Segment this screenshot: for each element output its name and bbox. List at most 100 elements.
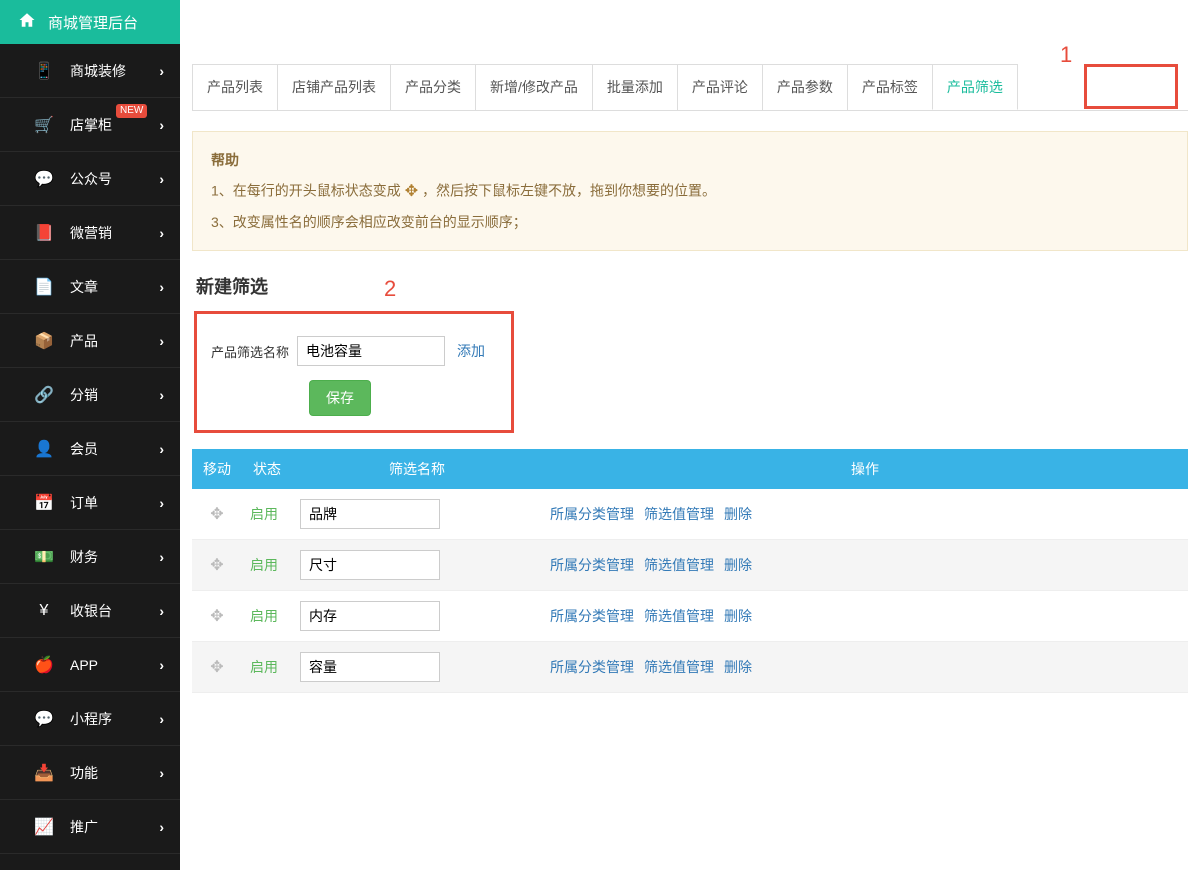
sidebar-icon: 🛒 <box>30 115 58 135</box>
row-name-input[interactable] <box>300 550 440 580</box>
sidebar-icon: 💵 <box>30 547 58 567</box>
op-value-link[interactable]: 筛选值管理 <box>644 659 714 675</box>
sidebar-item-5[interactable]: 📦产品› <box>0 314 180 368</box>
sidebar-icon: 📈 <box>30 817 58 837</box>
chevron-right-icon: › <box>159 819 164 835</box>
chevron-right-icon: › <box>159 657 164 673</box>
col-status: 状态 <box>242 449 292 489</box>
move-handle-icon[interactable]: ✥ <box>200 555 234 575</box>
tab-8[interactable]: 产品筛选 <box>932 64 1018 110</box>
status-label[interactable]: 启用 <box>250 608 278 624</box>
sidebar-item-label: 收银台 <box>70 601 112 621</box>
sidebar-item-0[interactable]: 📱 商城装修 › <box>0 44 180 98</box>
op-category-link[interactable]: 所属分类管理 <box>550 557 634 573</box>
chevron-right-icon: › <box>159 225 164 241</box>
chevron-right-icon: › <box>159 441 164 457</box>
chevron-right-icon: › <box>159 711 164 727</box>
sidebar-icon: 📦 <box>30 331 58 351</box>
chevron-right-icon: › <box>159 63 164 79</box>
op-value-link[interactable]: 筛选值管理 <box>644 506 714 522</box>
chevron-right-icon: › <box>159 603 164 619</box>
sidebar-item-6[interactable]: 🔗分销› <box>0 368 180 422</box>
op-delete-link[interactable]: 删除 <box>724 608 752 624</box>
tab-2[interactable]: 产品分类 <box>390 64 476 110</box>
sidebar-item-14[interactable]: 📈推广› <box>0 800 180 854</box>
status-label[interactable]: 启用 <box>250 557 278 573</box>
op-value-link[interactable]: 筛选值管理 <box>644 608 714 624</box>
help-line-1: 1、在每行的开头鼠标状态变成 ✥ ，然后按下鼠标左键不放，拖到你想要的位置。 <box>211 176 1169 208</box>
chevron-right-icon: › <box>159 549 164 565</box>
sidebar-icon: ¥ <box>30 602 58 620</box>
sidebar-item-9[interactable]: 💵 财务 › <box>0 530 180 584</box>
sidebar-item-label: APP <box>70 657 98 673</box>
sidebar-icon: 📄 <box>30 277 58 297</box>
sidebar-item-12[interactable]: 💬小程序› <box>0 692 180 746</box>
filters-table: 移动 状态 筛选名称 操作 ✥启用所属分类管理筛选值管理删除✥启用所属分类管理筛… <box>192 449 1188 693</box>
new-badge: NEW <box>116 104 147 118</box>
chevron-right-icon: › <box>159 117 164 133</box>
op-delete-link[interactable]: 删除 <box>724 659 752 675</box>
row-name-input[interactable] <box>300 601 440 631</box>
tab-7[interactable]: 产品标签 <box>847 64 933 110</box>
move-handle-icon[interactable]: ✥ <box>200 657 234 677</box>
op-category-link[interactable]: 所属分类管理 <box>550 608 634 624</box>
tab-3[interactable]: 新增/修改产品 <box>475 64 593 110</box>
sidebar-item-label: 财务 <box>70 547 98 567</box>
annotation-2: 2 <box>384 276 396 302</box>
status-label[interactable]: 启用 <box>250 659 278 675</box>
sidebar-item-label: 订单 <box>70 493 98 513</box>
status-label[interactable]: 启用 <box>250 506 278 522</box>
sidebar-item-label: 分销 <box>70 385 98 405</box>
sidebar-item-4[interactable]: 📄文章› <box>0 260 180 314</box>
row-name-input[interactable] <box>300 652 440 682</box>
table-row: ✥ 启用 所属分类管理筛选值管理删除 <box>192 642 1188 693</box>
section-title: 新建筛选 <box>196 273 1188 299</box>
move-handle-icon[interactable]: ✥ <box>200 504 234 524</box>
sidebar-item-10[interactable]: ¥ 收银台 › <box>0 584 180 638</box>
sidebar-icon: 📱 <box>30 61 58 81</box>
chevron-right-icon: › <box>159 495 164 511</box>
sidebar-item-label: 店掌柜 <box>70 115 112 135</box>
sidebar-icon: 👤 <box>30 439 58 459</box>
sidebar-item-7[interactable]: 👤 会员 › <box>0 422 180 476</box>
sidebar-item-label: 小程序 <box>70 709 112 729</box>
app-title: 商城管理后台 <box>48 12 138 33</box>
op-delete-link[interactable]: 删除 <box>724 506 752 522</box>
move-handle-icon[interactable]: ✥ <box>200 606 234 626</box>
tab-1[interactable]: 店铺产品列表 <box>277 64 391 110</box>
sidebar-item-label: 文章 <box>70 277 98 297</box>
table-row: ✥ 启用 所属分类管理筛选值管理删除 <box>192 540 1188 591</box>
sidebar-item-label: 会员 <box>70 439 98 459</box>
col-move: 移动 <box>192 449 242 489</box>
tab-4[interactable]: 批量添加 <box>592 64 678 110</box>
sidebar-item-2[interactable]: 💬公众号› <box>0 152 180 206</box>
sidebar-icon: 📅 <box>30 493 58 513</box>
row-name-input[interactable] <box>300 499 440 529</box>
move-icon: ✥ <box>405 176 418 208</box>
filter-name-label: 产品筛选名称 <box>211 342 289 361</box>
sidebar-icon: 📕 <box>30 223 58 243</box>
tab-6[interactable]: 产品参数 <box>762 64 848 110</box>
sidebar-item-11[interactable]: 🍎 APP › <box>0 638 180 692</box>
sidebar-item-3[interactable]: 📕微营销› <box>0 206 180 260</box>
op-delete-link[interactable]: 删除 <box>724 557 752 573</box>
save-button[interactable]: 保存 <box>309 380 371 416</box>
sidebar-item-8[interactable]: 📅 订单 › <box>0 476 180 530</box>
op-category-link[interactable]: 所属分类管理 <box>550 506 634 522</box>
sidebar-icon: 🍎 <box>30 655 58 675</box>
sidebar-icon: 💬 <box>30 169 58 189</box>
chevron-right-icon: › <box>159 765 164 781</box>
home-icon <box>18 11 36 34</box>
filter-name-input[interactable] <box>297 336 445 366</box>
sidebar-item-1[interactable]: 🛒 店掌柜 NEW › <box>0 98 180 152</box>
table-row: ✥ 启用 所属分类管理筛选值管理删除 <box>192 591 1188 642</box>
op-category-link[interactable]: 所属分类管理 <box>550 659 634 675</box>
help-box: 帮助 1、在每行的开头鼠标状态变成 ✥ ，然后按下鼠标左键不放，拖到你想要的位置… <box>192 131 1188 251</box>
op-value-link[interactable]: 筛选值管理 <box>644 557 714 573</box>
sidebar-item-13[interactable]: 📥功能› <box>0 746 180 800</box>
tab-0[interactable]: 产品列表 <box>192 64 278 110</box>
add-link[interactable]: 添加 <box>457 341 485 361</box>
sidebar-item-label: 商城装修 <box>70 61 126 81</box>
help-title: 帮助 <box>211 146 1169 174</box>
tab-5[interactable]: 产品评论 <box>677 64 763 110</box>
